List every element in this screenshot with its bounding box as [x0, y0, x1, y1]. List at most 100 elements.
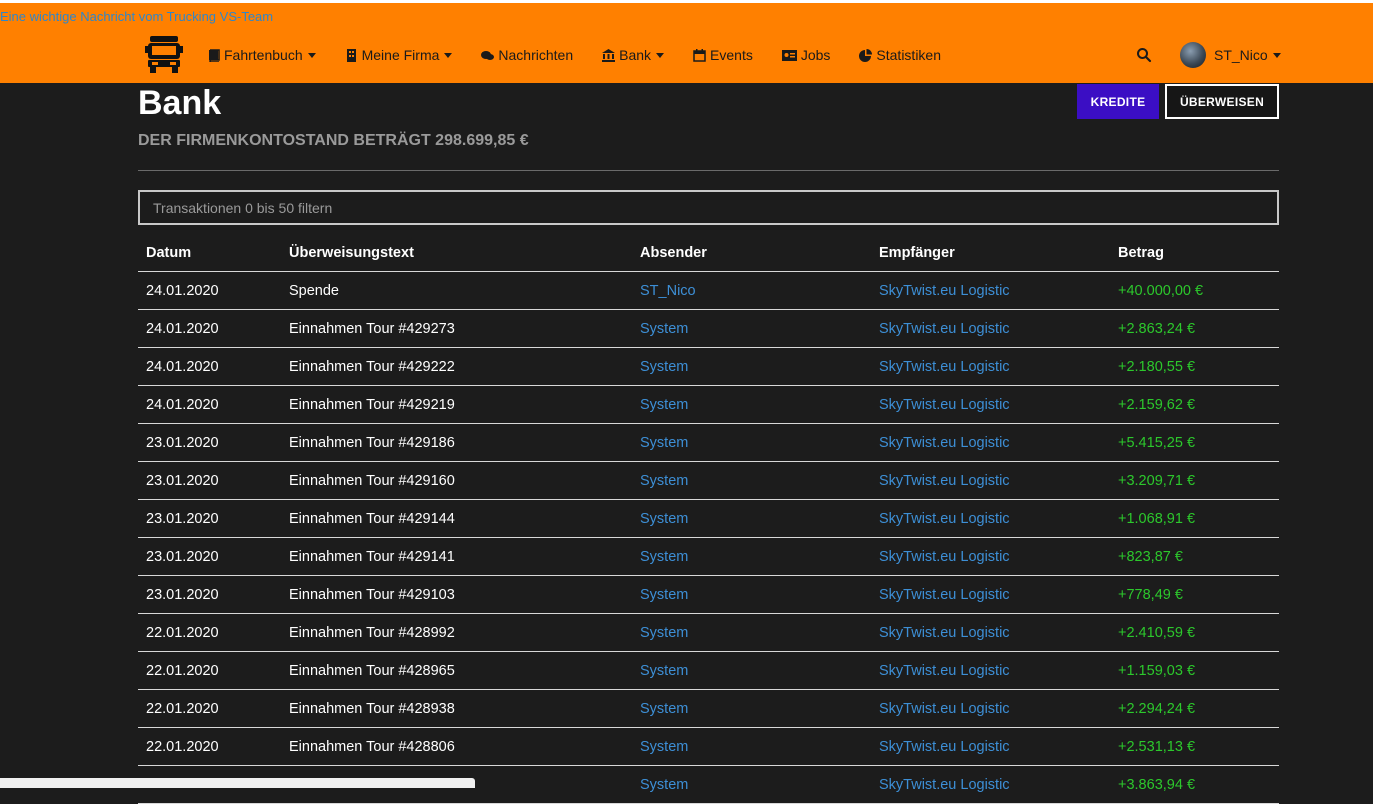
table-row: 23.01.2020 Einnahmen Tour #429141 System Sk…	[138, 538, 1279, 576]
page-title: Bank	[138, 84, 222, 122]
book-icon	[209, 48, 220, 62]
cell-amount: +823,87 €	[1118, 549, 1183, 565]
cell-sender[interactable]: System	[640, 500, 688, 538]
cell-amount: +3.863,94 €	[1118, 777, 1196, 793]
column-header-ueberweisungstext[interactable]: Überweisungstext	[289, 234, 414, 272]
pie-chart-icon	[859, 48, 873, 62]
cell-recipient[interactable]: SkyTwist.eu Logistic	[879, 576, 1010, 614]
nav-events-label: Events	[710, 47, 753, 63]
cell-recipient[interactable]: SkyTwist.eu Logistic	[879, 272, 1010, 310]
main-nav: Fahrtenbuch Meine Firma Nachrichten Bank…	[207, 41, 970, 69]
cell-sender[interactable]: System	[640, 462, 688, 500]
table-header-row: Datum Überweisungstext Absender Empfänge…	[138, 234, 1279, 272]
table-body: 24.01.2020 Spende ST_Nico SkyTwist.eu Logis…	[138, 272, 1279, 804]
divider	[138, 170, 1279, 171]
cell-text: Einnahmen Tour #429103	[289, 587, 455, 603]
cell-recipient[interactable]: SkyTwist.eu Logistic	[879, 652, 1010, 690]
cell-amount: +2.531,13 €	[1118, 739, 1196, 755]
table-row: 22.01.2020 Einnahmen Tour #428965 System Sk…	[138, 652, 1279, 690]
chevron-down-icon	[1272, 52, 1281, 58]
cell-sender[interactable]: System	[640, 310, 688, 348]
column-header-datum[interactable]: Datum	[146, 234, 191, 272]
table-row: 24.01.2020 Einnahmen Tour #429222 System Sk…	[138, 348, 1279, 386]
cell-date: 22.01.2020	[146, 701, 219, 717]
cell-date: 24.01.2020	[146, 321, 219, 337]
nav-meine-firma[interactable]: Meine Firma	[345, 47, 453, 63]
table-row: 22.01.2020 Einnahmen Tour #428938 System Sk…	[138, 690, 1279, 728]
nav-events[interactable]: Events	[693, 47, 753, 63]
cell-sender[interactable]: System	[640, 766, 688, 804]
chat-icon	[481, 50, 495, 60]
cell-recipient[interactable]: SkyTwist.eu Logistic	[879, 538, 1010, 576]
cell-text: Einnahmen Tour #428992	[289, 625, 455, 641]
table-row: 22.01.2020 Einnahmen Tour #428806 System Sk…	[138, 728, 1279, 766]
nav-meine-firma-label: Meine Firma	[361, 47, 440, 63]
nav-nachrichten[interactable]: Nachrichten	[481, 47, 573, 63]
cell-date: 23.01.2020	[146, 587, 219, 603]
search-icon[interactable]	[1136, 47, 1152, 63]
column-header-betrag[interactable]: Betrag	[1118, 234, 1164, 272]
cell-text: Einnahmen Tour #429144	[289, 511, 455, 527]
cell-sender[interactable]: System	[640, 424, 688, 462]
cell-date: 23.01.2020	[146, 549, 219, 565]
cell-text: Einnahmen Tour #429141	[289, 549, 455, 565]
truck-logo-icon[interactable]	[145, 34, 183, 74]
table-row: 23.01.2020 Einnahmen Tour #429144 System Sk…	[138, 500, 1279, 538]
cell-date: 23.01.2020	[146, 435, 219, 451]
cell-amount: +40.000,00 €	[1118, 283, 1204, 299]
cell-recipient[interactable]: SkyTwist.eu Logistic	[879, 424, 1010, 462]
company-balance: Der Firmenkontostand beträgt 298.699,85 …	[138, 132, 529, 149]
cell-text: Einnahmen Tour #428965	[289, 663, 455, 679]
cell-recipient[interactable]: SkyTwist.eu Logistic	[879, 500, 1010, 538]
column-header-empfaenger[interactable]: Empfänger	[879, 234, 955, 272]
cell-sender[interactable]: ST_Nico	[640, 272, 696, 310]
cell-recipient[interactable]: SkyTwist.eu Logistic	[879, 348, 1010, 386]
cell-date: 22.01.2020	[146, 739, 219, 755]
nav-jobs-label: Jobs	[800, 47, 831, 63]
avatar	[1180, 42, 1206, 68]
browser-status-bar	[0, 778, 475, 788]
cell-recipient[interactable]: SkyTwist.eu Logistic	[879, 462, 1010, 500]
cell-sender[interactable]: System	[640, 690, 688, 728]
table-row: 24.01.2020 Einnahmen Tour #429219 System Sk…	[138, 386, 1279, 424]
cell-sender[interactable]: System	[640, 652, 688, 690]
column-header-absender[interactable]: Absender	[640, 234, 707, 272]
kredite-button[interactable]: KREDITE	[1077, 84, 1159, 119]
cell-sender[interactable]: System	[640, 728, 688, 766]
cell-amount: +2.294,24 €	[1118, 701, 1196, 717]
nav-jobs[interactable]: Jobs	[781, 47, 831, 63]
ueberweisen-button[interactable]: ÜBERWEISEN	[1165, 84, 1279, 119]
cell-sender[interactable]: System	[640, 348, 688, 386]
nav-bank[interactable]: Bank	[602, 47, 665, 63]
important-notice-link[interactable]: Eine wichtige Nachricht vom Trucking VS-…	[0, 9, 273, 24]
cell-sender[interactable]: System	[640, 538, 688, 576]
cell-text: Einnahmen Tour #429186	[289, 435, 455, 451]
cell-recipient[interactable]: SkyTwist.eu Logistic	[879, 728, 1010, 766]
nav-statistiken-label: Statistiken	[876, 47, 942, 63]
cell-date: 24.01.2020	[146, 397, 219, 413]
cell-amount: +2.863,24 €	[1118, 321, 1196, 337]
cell-recipient[interactable]: SkyTwist.eu Logistic	[879, 310, 1010, 348]
cell-amount: +3.209,71 €	[1118, 473, 1196, 489]
nav-fahrtenbuch[interactable]: Fahrtenbuch	[207, 47, 316, 63]
nav-fahrtenbuch-label: Fahrtenbuch	[224, 47, 303, 63]
cell-recipient[interactable]: SkyTwist.eu Logistic	[879, 690, 1010, 728]
cell-date: 22.01.2020	[146, 625, 219, 641]
cell-recipient[interactable]: SkyTwist.eu Logistic	[879, 614, 1010, 652]
cell-recipient[interactable]: SkyTwist.eu Logistic	[879, 386, 1010, 424]
cell-date: 24.01.2020	[146, 359, 219, 375]
cell-amount: +5.415,25 €	[1118, 435, 1196, 451]
nav-statistiken[interactable]: Statistiken	[859, 47, 941, 63]
user-menu[interactable]: ST_Nico	[1180, 42, 1281, 68]
cell-sender[interactable]: System	[640, 576, 688, 614]
transaction-filter-input[interactable]	[138, 190, 1279, 225]
cell-recipient[interactable]: SkyTwist.eu Logistic	[879, 766, 1010, 804]
cell-date: 22.01.2020	[146, 663, 219, 679]
cell-sender[interactable]: System	[640, 614, 688, 652]
table-row: 23.01.2020 Einnahmen Tour #429186 System Sk…	[138, 424, 1279, 462]
cell-sender[interactable]: System	[640, 386, 688, 424]
table-row: 24.01.2020 Spende ST_Nico SkyTwist.eu Logis…	[138, 272, 1279, 310]
chevron-down-icon	[656, 52, 665, 58]
chevron-down-icon	[307, 52, 316, 58]
cell-text: Einnahmen Tour #429219	[289, 397, 455, 413]
